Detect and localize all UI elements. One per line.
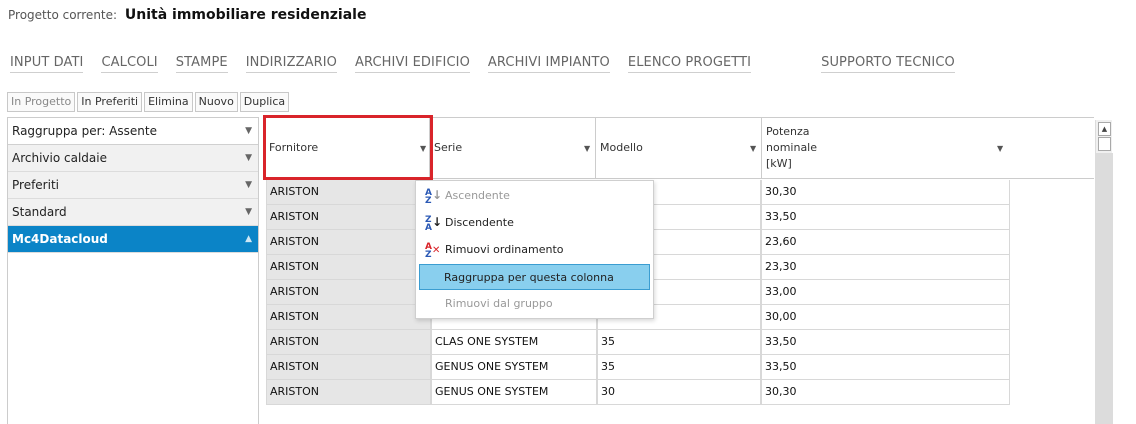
cell-potenza[interactable]: 30,30 <box>761 380 1010 405</box>
scroll-track[interactable] <box>1096 153 1113 424</box>
nav-indirizzario[interactable]: INDIRIZZARIO <box>245 55 337 73</box>
chevron-down-icon: ▼ <box>245 207 252 217</box>
in-progetto-button[interactable]: In Progetto <box>7 92 76 112</box>
archive-panel: Raggruppa per: Assente ▼ Archivio caldai… <box>7 117 259 424</box>
nav-input-dati[interactable]: INPUT DATI <box>10 55 84 73</box>
chevron-up-icon: ▲ <box>245 234 252 244</box>
project-name: Unità immobiliare residenziale <box>124 7 367 23</box>
menu-item-label: Raggruppa per questa colonna <box>444 271 614 284</box>
nav-supporto-tecnico[interactable]: SUPPORTO TECNICO <box>821 55 955 73</box>
nav-stampe[interactable]: STAMPE <box>175 55 228 73</box>
panel-group-standard[interactable]: Standard ▼ <box>8 199 258 226</box>
column-label: Fornitore <box>269 141 319 154</box>
vertical-scrollbar[interactable]: ▲ <box>1095 120 1113 424</box>
cell-serie[interactable]: GENUS ONE SYSTEM <box>431 355 597 380</box>
panel-group-mc4datacloud[interactable]: Mc4Datacloud ▲ <box>8 226 258 253</box>
cell-potenza[interactable]: 33,50 <box>761 205 1010 230</box>
cell-fornitore[interactable]: ARISTON <box>266 230 431 255</box>
top-navigation: INPUT DATI CALCOLI STAMPE INDIRIZZARIO A… <box>10 55 973 73</box>
column-label: Serie <box>434 141 463 154</box>
in-preferiti-button[interactable]: In Preferiti <box>77 92 143 112</box>
cell-fornitore[interactable]: ARISTON <box>266 255 431 280</box>
group-by-select[interactable]: Raggruppa per: Assente ▼ <box>8 118 258 145</box>
column-menu-icon[interactable]: ▼ <box>420 144 426 153</box>
column-menu-icon[interactable]: ▼ <box>584 144 590 153</box>
cell-fornitore[interactable]: ARISTON <box>266 330 431 355</box>
panel-group-label: Mc4Datacloud <box>12 232 108 246</box>
nuovo-button[interactable]: Nuovo <box>194 92 238 112</box>
column-label: Modello <box>600 141 643 154</box>
cell-fornitore[interactable]: ARISTON <box>266 380 431 405</box>
chevron-down-icon: ▼ <box>245 153 252 163</box>
scroll-up-icon[interactable]: ▲ <box>1098 122 1111 136</box>
nav-archivi-edificio[interactable]: ARCHIVI EDIFICIO <box>354 55 470 73</box>
table-row[interactable]: ARISTON CLAS ONE SYSTEM 35 33,50 <box>266 330 1010 355</box>
chevron-down-icon: ▼ <box>245 180 252 190</box>
menu-item-label: Ascendente <box>445 189 510 202</box>
elimina-button[interactable]: Elimina <box>144 92 193 112</box>
cell-fornitore[interactable]: ARISTON <box>266 205 431 230</box>
menu-item-label: Discendente <box>445 216 514 229</box>
toolbar: In Progetto In Preferiti Elimina Nuovo D… <box>7 92 291 112</box>
menu-item-raggruppa[interactable]: Raggruppa per questa colonna <box>419 264 650 290</box>
panel-group-label: Standard <box>12 205 67 219</box>
duplica-button[interactable]: Duplica <box>239 92 290 112</box>
menu-item-rimuovi-ordinamento[interactable]: A Z ✕ Rimuovi ordinamento <box>419 237 650 263</box>
cell-potenza[interactable]: 33,50 <box>761 355 1010 380</box>
cell-modello[interactable]: 35 <box>597 355 761 380</box>
cell-modello[interactable]: 30 <box>597 380 761 405</box>
panel-group-label: Preferiti <box>12 178 59 192</box>
table-row[interactable]: ARISTON GENUS ONE SYSTEM 30 30,30 <box>266 380 1010 405</box>
cell-potenza[interactable]: 33,50 <box>761 330 1010 355</box>
chevron-down-icon: ▼ <box>245 126 252 136</box>
column-menu-icon[interactable]: ▼ <box>997 144 1003 153</box>
column-menu-icon[interactable]: ▼ <box>750 144 756 153</box>
cell-potenza[interactable]: 30,00 <box>761 305 1010 330</box>
menu-item-discendente[interactable]: Z A ↓ Discendente <box>419 210 650 236</box>
column-label-line: [kW] <box>766 157 792 170</box>
cell-potenza[interactable]: 23,60 <box>761 230 1010 255</box>
panel-group-archivio-caldaie[interactable]: Archivio caldaie ▼ <box>8 145 258 172</box>
project-line: Progetto corrente: Unità immobiliare res… <box>8 7 366 23</box>
grid-header: Fornitore ▼ Serie ▼ Modello ▼ Potenza no… <box>264 117 1094 179</box>
cell-potenza[interactable]: 33,00 <box>761 280 1010 305</box>
project-label: Progetto corrente: <box>8 8 118 22</box>
cell-potenza[interactable]: 30,30 <box>761 180 1010 205</box>
cell-serie[interactable]: CLAS ONE SYSTEM <box>431 330 597 355</box>
cell-serie[interactable]: GENUS ONE SYSTEM <box>431 380 597 405</box>
menu-item-label: Rimuovi dal gruppo <box>445 297 553 310</box>
column-label-line: nominale <box>766 141 818 154</box>
table-row[interactable]: ARISTON GENUS ONE SYSTEM 35 33,50 <box>266 355 1010 380</box>
column-header-potenza[interactable]: Potenza nominale [kW] ▼ <box>761 118 1003 178</box>
nav-elenco-progetti[interactable]: ELENCO PROGETTI <box>627 55 752 73</box>
column-header-modello[interactable]: Modello ▼ <box>595 118 761 178</box>
panel-group-preferiti[interactable]: Preferiti ▼ <box>8 172 258 199</box>
cell-fornitore[interactable]: ARISTON <box>266 180 431 205</box>
cell-potenza[interactable]: 23,30 <box>761 255 1010 280</box>
column-label-line: Potenza <box>766 125 810 138</box>
panel-group-label: Archivio caldaie <box>12 151 107 165</box>
group-by-label: Raggruppa per: Assente <box>12 124 157 138</box>
cell-fornitore[interactable]: ARISTON <box>266 305 431 330</box>
nav-calcoli[interactable]: CALCOLI <box>101 55 158 73</box>
cell-fornitore[interactable]: ARISTON <box>266 280 431 305</box>
cell-fornitore[interactable]: ARISTON <box>266 355 431 380</box>
nav-archivi-impianto[interactable]: ARCHIVI IMPIANTO <box>487 55 610 73</box>
menu-item-label: Rimuovi ordinamento <box>445 243 564 256</box>
scroll-thumb[interactable] <box>1098 137 1111 151</box>
column-context-menu: A Z ↓ Ascendente Z A ↓ Discendente A Z ✕ Rimuo… <box>415 180 654 319</box>
column-header-fornitore[interactable]: Fornitore ▼ <box>264 118 429 178</box>
menu-item-ascendente[interactable]: A Z ↓ Ascendente <box>419 183 650 209</box>
cell-modello[interactable]: 35 <box>597 330 761 355</box>
menu-item-rimuovi-gruppo[interactable]: Rimuovi dal gruppo <box>419 291 650 317</box>
column-label: Potenza nominale [kW] <box>766 124 856 172</box>
column-header-serie[interactable]: Serie ▼ <box>429 118 595 178</box>
data-grid: Fornitore ▼ Serie ▼ Modello ▼ Potenza no… <box>264 117 1094 424</box>
